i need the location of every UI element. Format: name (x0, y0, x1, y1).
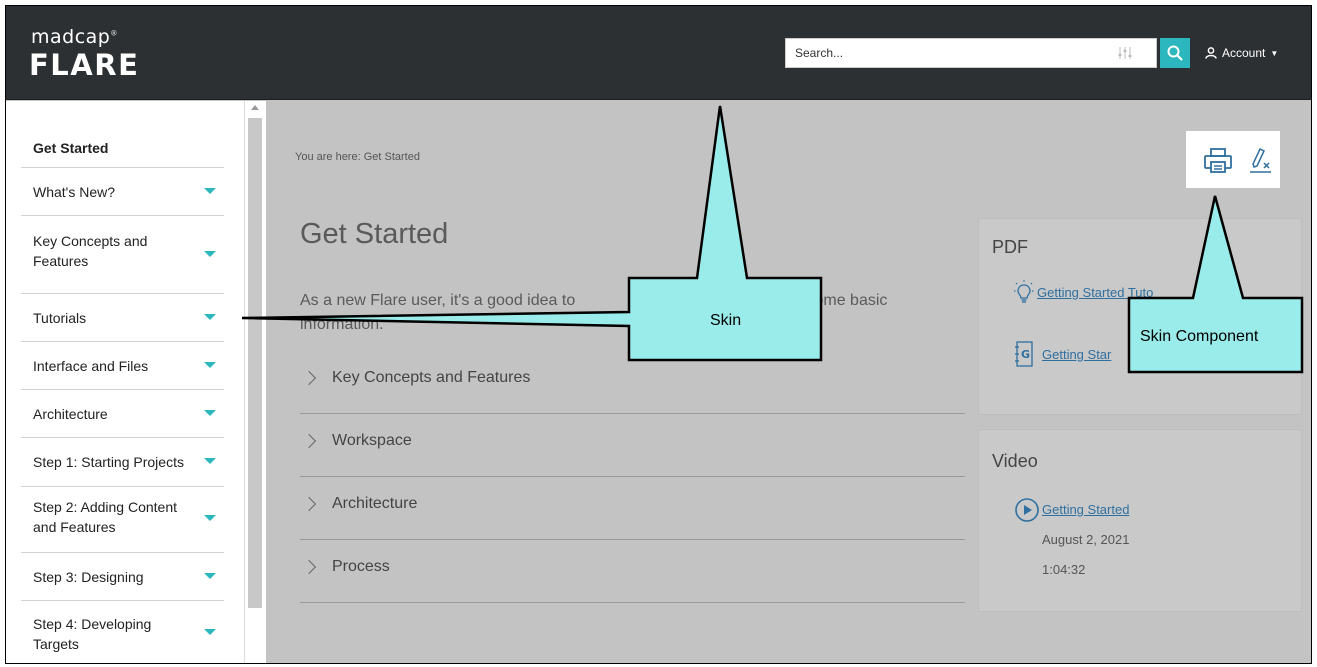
section-label: Process (332, 558, 390, 575)
section-workspace[interactable]: Workspace (300, 414, 965, 477)
play-icon[interactable] (1014, 497, 1040, 523)
sidebar-item-label: Interface and Files (33, 358, 149, 374)
logo-madcap[interactable]: madcap® (31, 26, 118, 48)
section-key-concepts[interactable]: Key Concepts and Features (300, 351, 965, 414)
chevron-right-icon (301, 433, 317, 449)
chevron-down-icon[interactable] (204, 314, 216, 320)
sidebar-item-step4[interactable]: Step 4: Developing Targets (21, 601, 224, 663)
intro-part2: n some basic (793, 292, 888, 309)
sidebar-item-label: Step 4: Developing Targets (33, 616, 152, 652)
chevron-down-icon[interactable] (204, 410, 216, 416)
chevron-down-icon: ▼ (1270, 48, 1279, 58)
sidebar-item-step3[interactable]: Step 3: Designing (21, 553, 224, 601)
account-menu[interactable]: Account ▼ (1205, 46, 1278, 60)
svg-text:G: G (1021, 348, 1030, 361)
chevron-right-icon (301, 496, 317, 512)
search-icon (1167, 45, 1183, 61)
pdf-link-tutorial[interactable]: Getting Started Tuto (1037, 285, 1153, 300)
sidebar-item-architecture[interactable]: Architecture (21, 390, 224, 438)
sidebar-item-get-started[interactable]: Get Started (21, 123, 224, 168)
filter-icon[interactable] (1118, 46, 1132, 60)
chevron-right-icon (301, 559, 317, 575)
pdf-panel: PDF Getting Started Tuto G Getting Star (979, 219, 1301, 414)
sidebar-item-interface-files[interactable]: Interface and Files (21, 342, 224, 390)
clear-highlight-icon[interactable] (1249, 146, 1273, 176)
sidebar-item-label: Key Concepts and Features (33, 233, 148, 269)
pdf-link-guide[interactable]: Getting Star (1042, 347, 1111, 362)
sidebar-item-label: Get Started (33, 140, 109, 156)
guide-book-icon: G (1015, 341, 1033, 367)
breadcrumb: You are here: Get Started (295, 151, 420, 163)
app-frame: madcap® FLARE Account (5, 5, 1312, 664)
user-icon (1205, 47, 1217, 59)
logo-flare[interactable]: FLARE (29, 48, 139, 82)
scroll-up-arrow-icon[interactable] (251, 105, 259, 110)
section-process[interactable]: Process (300, 540, 965, 603)
chevron-down-icon[interactable] (204, 362, 216, 368)
skin-callout-label: Skin (710, 312, 742, 329)
lightbulb-icon (1014, 280, 1034, 303)
print-icon[interactable] (1203, 148, 1233, 174)
video-link-getting-started[interactable]: Getting Started (1042, 502, 1129, 517)
video-panel: Video Getting Started August 2, 2021 1:0… (979, 430, 1301, 611)
header-bar: madcap® FLARE Account (6, 6, 1311, 100)
page-title: Get Started (300, 218, 449, 250)
section-label: Key Concepts and Features (332, 369, 531, 386)
chevron-down-icon[interactable] (204, 458, 216, 464)
sidebar-item-step1[interactable]: Step 1: Starting Projects (21, 438, 224, 487)
section-label: Workspace (332, 432, 412, 449)
search-input[interactable] (786, 39, 1116, 67)
chevron-down-icon[interactable] (204, 515, 216, 521)
topic-toolbar (1186, 131, 1280, 188)
sidebar-item-tutorials[interactable]: Tutorials (21, 294, 224, 342)
chevron-down-icon[interactable] (204, 251, 216, 257)
section-label: Architecture (332, 495, 418, 512)
sidebar-item-label: Step 1: Starting Projects (33, 454, 184, 470)
account-label: Account (1222, 46, 1266, 60)
video-duration: 1:04:32 (1042, 562, 1086, 577)
sidebar-item-key-concepts[interactable]: Key Concepts and Features (21, 216, 224, 294)
search-button[interactable] (1160, 38, 1190, 68)
sidebar-item-label: Architecture (33, 406, 108, 422)
skin-component-callout-label: Skin Component (1140, 328, 1259, 345)
pdf-panel-title: PDF (992, 237, 1028, 257)
chevron-right-icon (301, 370, 317, 386)
sidebar-item-label: Step 2: Adding Content and Features (33, 499, 177, 535)
chevron-down-icon[interactable] (204, 573, 216, 579)
sidebar-item-label: Step 3: Designing (33, 569, 144, 585)
intro-part1: As a new Flare user, it's a good idea to (300, 292, 576, 309)
video-panel-title: Video (992, 451, 1038, 471)
sidebar-item-label: Tutorials (33, 310, 87, 326)
intro-text: As a new Flare user, it's a good idea to… (300, 289, 970, 337)
chevron-down-icon[interactable] (204, 629, 216, 635)
chevron-down-icon[interactable] (204, 188, 216, 194)
sidebar-scrollbar[interactable] (244, 101, 266, 663)
video-date: August 2, 2021 (1042, 532, 1130, 547)
scroll-thumb[interactable] (248, 118, 262, 608)
sidebar-nav: Get Started What's New? Key Concepts and… (6, 101, 244, 663)
sidebar-item-whats-new[interactable]: What's New? (21, 168, 224, 216)
search-box (785, 38, 1157, 68)
sidebar-item-label: What's New? (33, 184, 116, 200)
intro-line2: information. (300, 316, 384, 333)
sidebar-item-step2[interactable]: Step 2: Adding Content and Features (21, 487, 224, 553)
section-architecture[interactable]: Architecture (300, 477, 965, 540)
